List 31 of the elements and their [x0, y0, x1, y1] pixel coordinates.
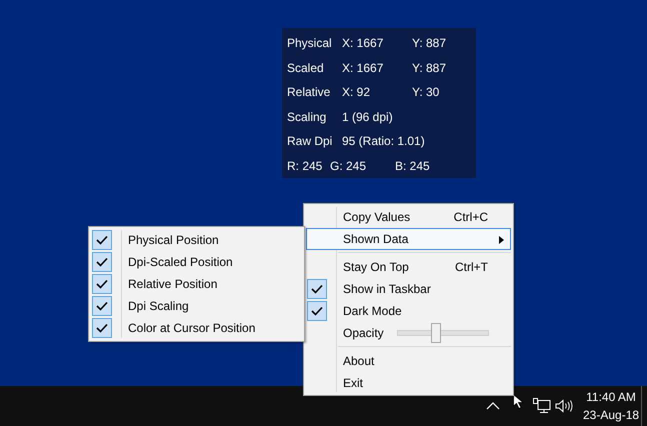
y-value: Y: 887 [412, 36, 446, 50]
clock-date[interactable]: 23-Aug-18 [583, 406, 640, 424]
menu-item[interactable]: Show in Taskbar [306, 278, 511, 300]
color-channel-value: R: 245 [287, 158, 324, 173]
row-label: Scaling [287, 110, 328, 124]
color-channel-value: B: 245 [395, 158, 430, 173]
menu-item[interactable]: Physical Position [91, 229, 302, 251]
clock-time[interactable]: 11:40 AM [586, 388, 636, 406]
y-value: Y: 887 [412, 60, 446, 75]
menu-item[interactable]: Dark Mode [306, 300, 511, 322]
menu-item[interactable]: Dpi Scaling [91, 295, 302, 317]
menu-item[interactable]: Dpi-Scaled Position [91, 251, 302, 273]
row-label: Scaled [287, 60, 325, 75]
color-channel-value: G: 245 [330, 158, 368, 173]
row-label: Physical [287, 36, 333, 50]
menu-item[interactable]: Copy Values Ctrl+C [306, 206, 511, 228]
menu-item[interactable]: Color at Cursor Position [91, 317, 302, 339]
row-label: Relative [287, 85, 332, 100]
y-value: Y: 30 [412, 85, 440, 100]
x-value: X: 1667 [342, 60, 384, 75]
x-value: X: 92 [342, 85, 372, 100]
row-value: 95 (Ratio: 1.01) [342, 134, 425, 148]
menu-item[interactable]: Stay On Top Ctrl+T [306, 256, 511, 278]
menu-item[interactable]: Shown Data [306, 228, 511, 250]
x-value: X: 1667 [342, 36, 384, 50]
menu-item[interactable]: Exit [306, 372, 511, 394]
menu-item[interactable]: About [306, 350, 511, 372]
menu-label: Opacity [343, 326, 384, 340]
row-value: 1 (96 dpi) [342, 110, 393, 124]
row-label: Raw Dpi [287, 134, 334, 148]
menu-item[interactable]: Relative Position [91, 273, 302, 295]
